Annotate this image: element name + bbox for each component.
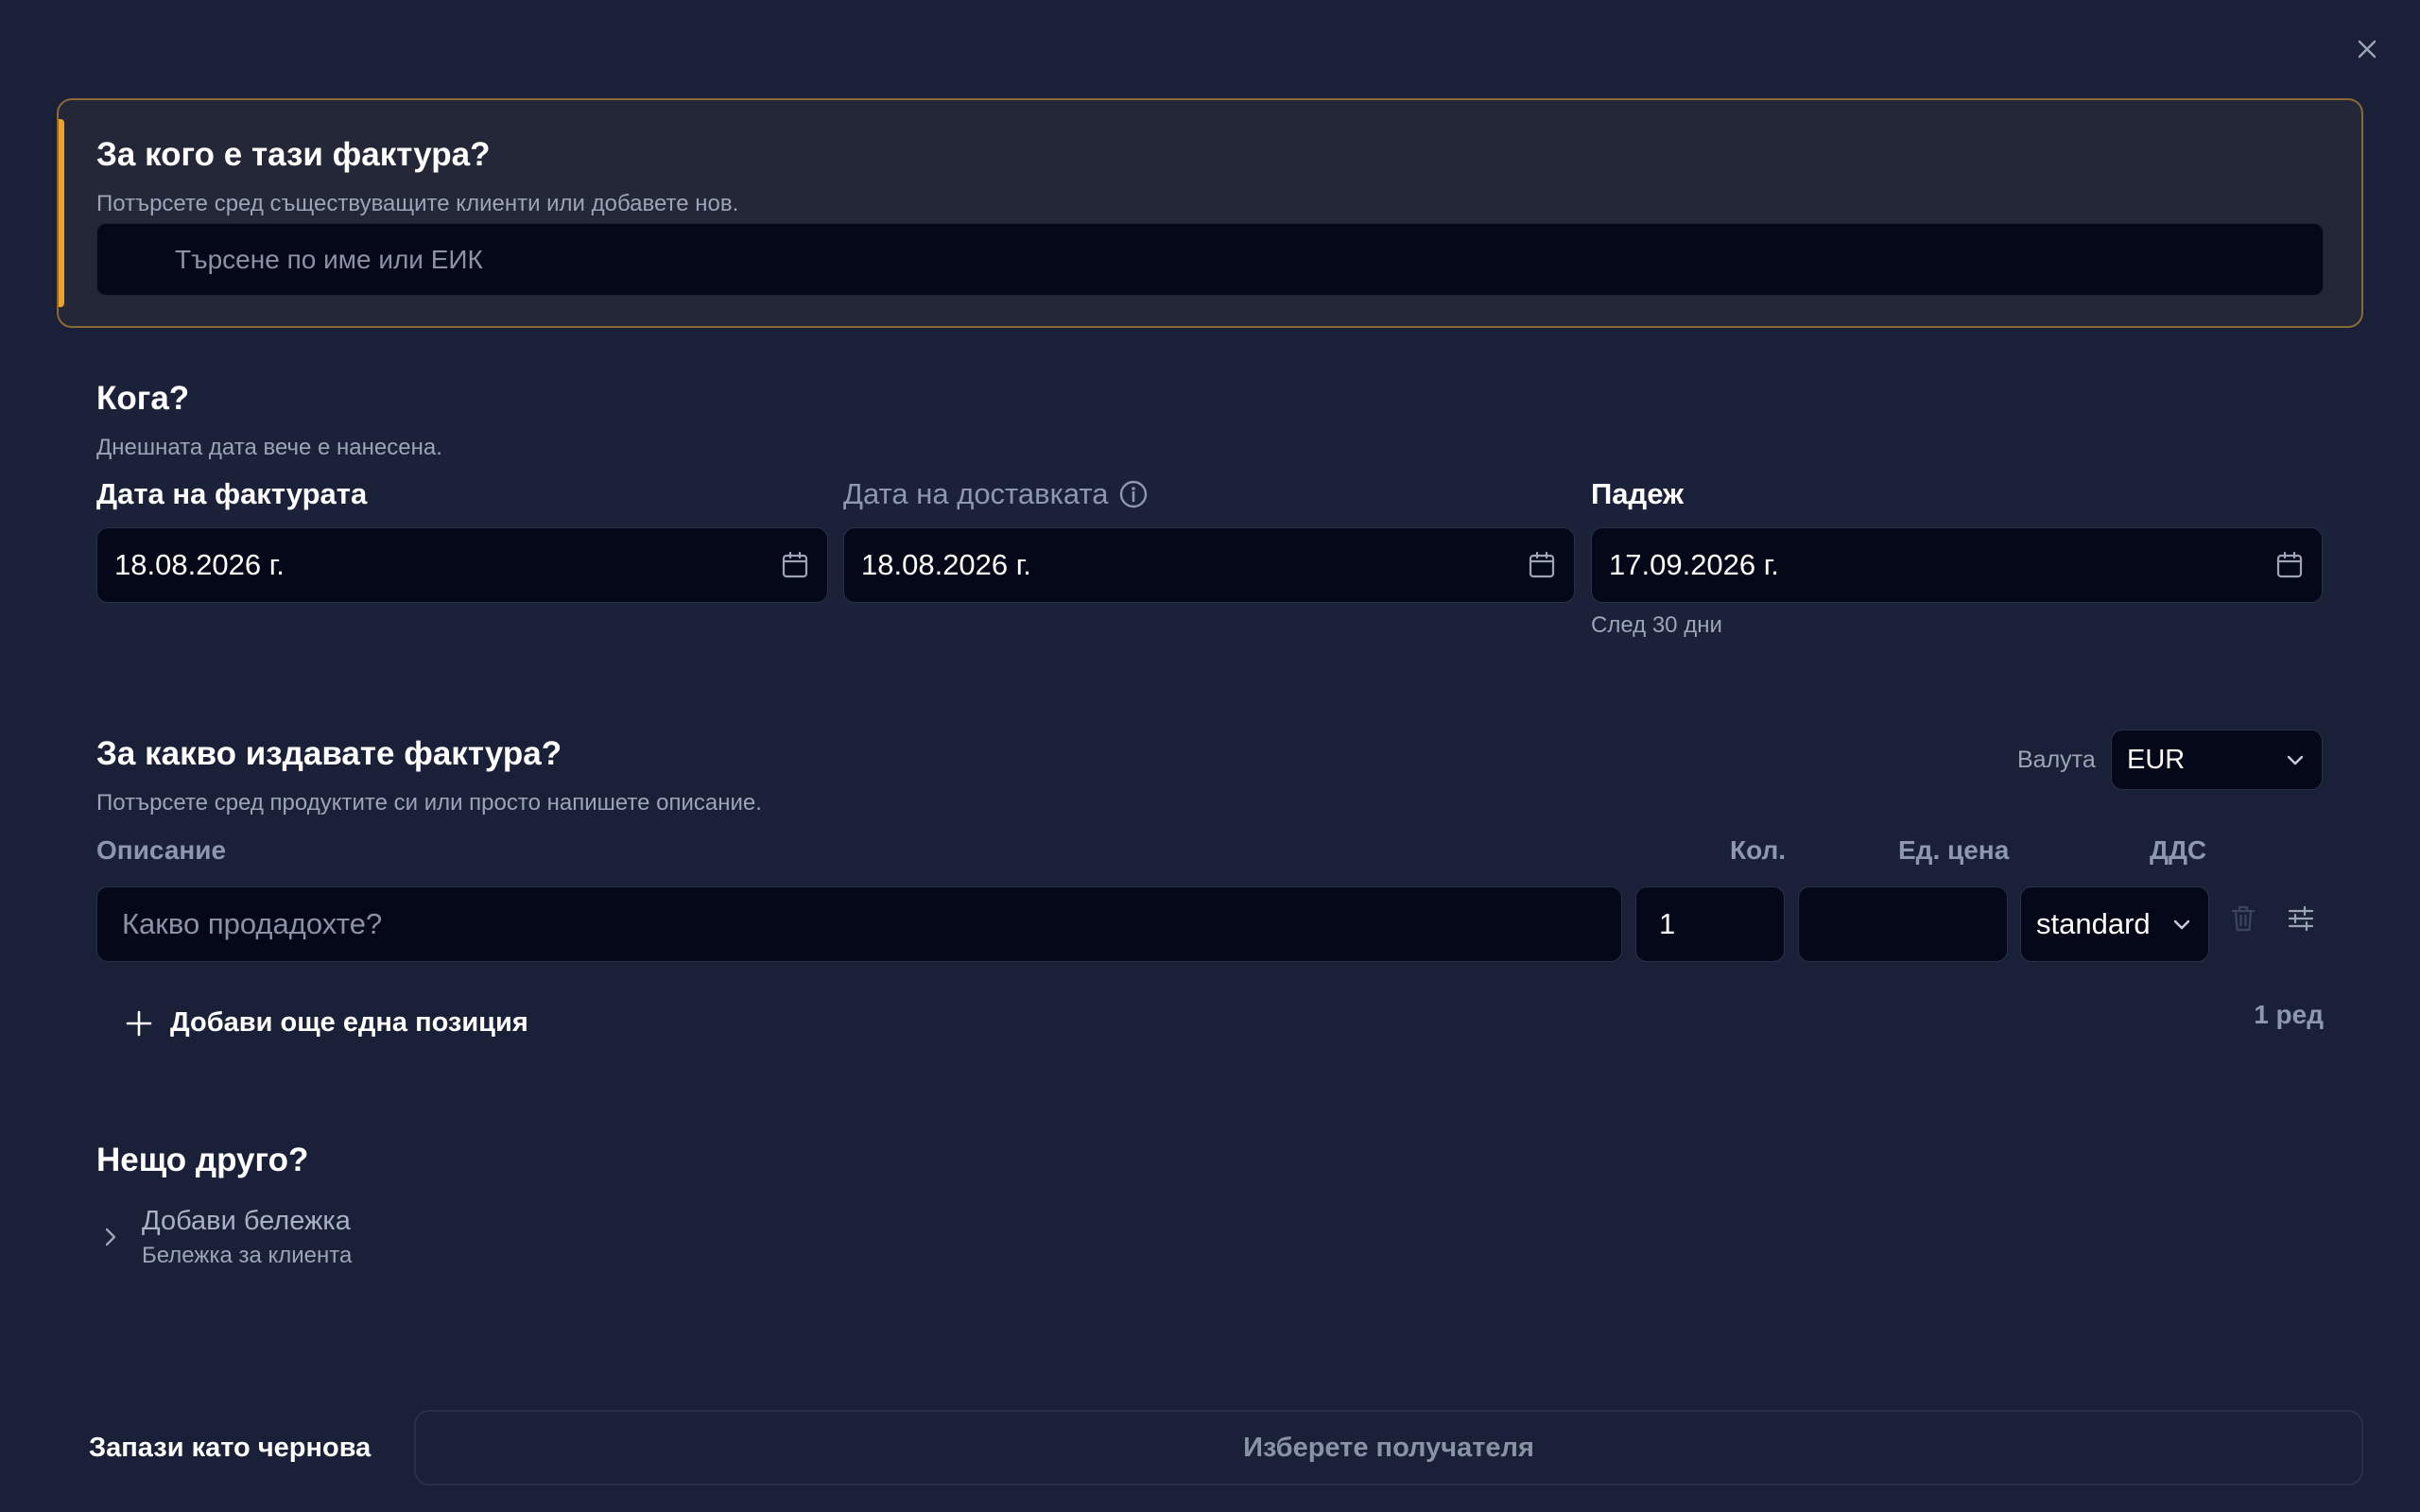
save-draft-button[interactable]: Запази като чернова	[89, 1433, 371, 1464]
delivery-date-label-row: Дата на доставката	[843, 477, 1149, 511]
item-qty-input[interactable]	[1635, 886, 1785, 962]
due-date-field[interactable]: 17.09.2026 г.	[1591, 527, 2323, 603]
item-unit-price-input[interactable]	[1798, 886, 2008, 962]
column-header-qty: Кол.	[1730, 835, 1787, 865]
add-line-button[interactable]: Добави още една позиция	[125, 1007, 528, 1039]
add-line-label: Добави още една позиция	[170, 1007, 528, 1038]
plus-icon	[126, 1010, 152, 1036]
client-section-title: За кого е тази фактура?	[96, 136, 491, 173]
items-section-title: За какво издавате фактура?	[96, 735, 562, 772]
column-header-unit-price: Ед. цена	[1898, 835, 2010, 865]
column-header-vat: ДДС	[2150, 835, 2207, 865]
when-section	[57, 340, 2363, 680]
accent-bar	[59, 119, 64, 307]
add-note-toggle[interactable]: Добави бележка Бележка за клиента	[98, 1206, 352, 1269]
due-date-value: 17.09.2026 г.	[1609, 548, 1779, 581]
due-date-helper: След 30 дни	[1591, 612, 1722, 638]
invoice-date-label: Дата на фактурата	[96, 477, 368, 510]
row-settings-button[interactable]	[2280, 898, 2322, 939]
row-count: 1 ред	[2254, 1000, 2324, 1029]
client-section: За кого е тази фактура? Потърсете сред с…	[57, 98, 2363, 328]
due-date-label: Падеж	[1591, 477, 1685, 510]
info-icon[interactable]	[1118, 479, 1149, 509]
select-recipient-button[interactable]: Изберете получателя	[414, 1410, 2363, 1486]
item-description-input[interactable]	[96, 886, 1622, 962]
client-search-input[interactable]	[96, 223, 2324, 296]
calendar-icon	[2276, 551, 2303, 578]
invoice-date-field[interactable]: 18.08.2026 г.	[96, 527, 828, 603]
when-section-title: Кога?	[96, 380, 190, 417]
chevron-right-icon	[105, 1228, 116, 1246]
items-section-subtitle: Потърсете сред продуктите си или просто …	[96, 790, 762, 816]
item-vat-select[interactable]: standard	[2020, 886, 2209, 962]
delivery-date-label: Дата на доставката	[843, 477, 1109, 510]
add-note-title: Добави бележка	[142, 1206, 351, 1236]
other-section-title: Нещо друго?	[96, 1142, 309, 1178]
invoice-date-value: 18.08.2026 г.	[114, 548, 285, 581]
delivery-date-field[interactable]: 18.08.2026 г.	[843, 527, 1575, 603]
delete-row-button[interactable]	[2222, 898, 2264, 939]
close-icon	[2358, 40, 2377, 59]
sliders-icon	[2288, 905, 2314, 932]
column-header-description: Описание	[96, 835, 227, 865]
currency-select[interactable]: EUR	[2111, 730, 2323, 790]
add-note-text: Добави бележка Бележка за клиента	[142, 1206, 352, 1269]
calendar-icon	[1529, 551, 1555, 578]
currency-value: EUR	[2127, 744, 2186, 775]
when-section-subtitle: Днешната дата вече е нанесена.	[96, 435, 442, 460]
item-vat-value: standard	[2036, 907, 2151, 940]
close-button[interactable]	[2352, 34, 2382, 64]
calendar-icon	[782, 551, 808, 578]
delivery-date-value: 18.08.2026 г.	[861, 548, 1031, 581]
select-recipient-label: Изберете получателя	[1243, 1432, 1534, 1463]
trash-icon	[2231, 905, 2256, 932]
chevron-down-icon	[2173, 919, 2190, 930]
chevron-down-icon	[2287, 755, 2304, 765]
add-note-subtitle: Бележка за клиента	[142, 1243, 353, 1268]
client-section-subtitle: Потърсете сред съществуващите клиенти ил…	[96, 191, 739, 216]
currency-label: Валута	[2017, 747, 2096, 773]
